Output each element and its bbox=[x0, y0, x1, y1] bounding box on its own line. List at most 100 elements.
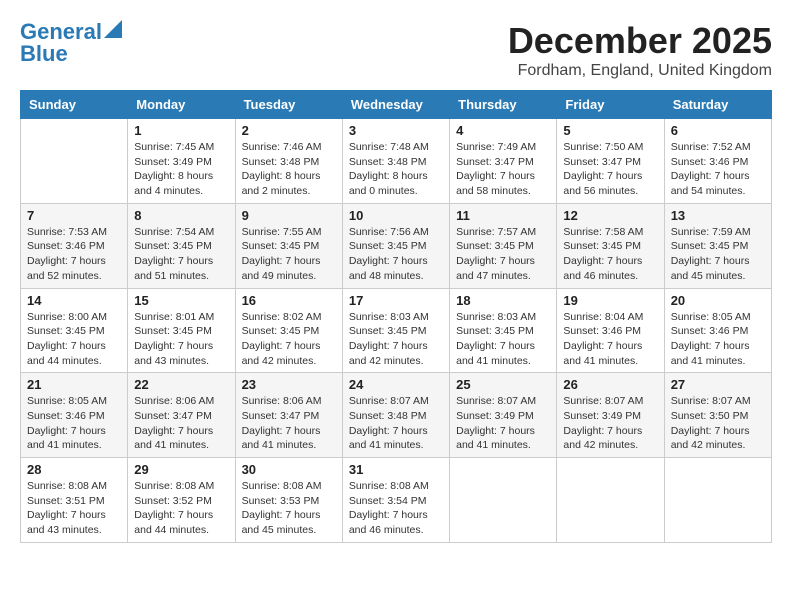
calendar-cell: 16Sunrise: 8:02 AM Sunset: 3:45 PM Dayli… bbox=[235, 288, 342, 373]
calendar-cell: 3 Sunrise: 7:48 AM Sunset: 3:48 PM Daylig… bbox=[342, 119, 449, 204]
calendar-cell: 19 Sunrise: 8:04 AM Sunset: 3:46 PM Dayli… bbox=[557, 288, 664, 373]
weekday-header-wednesday: Wednesday bbox=[342, 91, 449, 119]
calendar-cell: 20 Sunrise: 8:05 AM Sunset: 3:46 PM Dayli… bbox=[664, 288, 771, 373]
calendar-cell: 28 Sunrise: 8:08 AM Sunset: 3:51 PM Dayli… bbox=[21, 458, 128, 543]
calendar-cell: 26Sunrise: 8:07 AM Sunset: 3:49 PM Dayli… bbox=[557, 373, 664, 458]
day-number: 5 bbox=[563, 123, 657, 138]
month-title: December 2025 bbox=[508, 20, 772, 62]
day-number: 24 bbox=[349, 377, 443, 392]
day-number: 12 bbox=[563, 208, 657, 223]
day-info: Sunrise: 7:58 AM Sunset: 3:45 PM Dayligh… bbox=[563, 225, 657, 284]
logo-text-blue: Blue bbox=[20, 42, 68, 66]
day-info: Sunrise: 8:04 AM Sunset: 3:46 PM Dayligh… bbox=[563, 310, 657, 369]
weekday-header-friday: Friday bbox=[557, 91, 664, 119]
day-info: Sunrise: 8:05 AM Sunset: 3:46 PM Dayligh… bbox=[671, 310, 765, 369]
calendar-cell: 8Sunrise: 7:54 AM Sunset: 3:45 PM Daylig… bbox=[128, 203, 235, 288]
day-number: 10 bbox=[349, 208, 443, 223]
day-info: Sunrise: 7:52 AM Sunset: 3:46 PM Dayligh… bbox=[671, 140, 765, 199]
day-info: Sunrise: 7:48 AM Sunset: 3:48 PM Dayligh… bbox=[349, 140, 443, 199]
calendar-week-row: 21 Sunrise: 8:05 AM Sunset: 3:46 PM Dayli… bbox=[21, 373, 772, 458]
day-number: 6 bbox=[671, 123, 765, 138]
day-info: Sunrise: 8:05 AM Sunset: 3:46 PM Dayligh… bbox=[27, 394, 121, 453]
calendar-cell: 17 Sunrise: 8:03 AM Sunset: 3:45 PM Dayli… bbox=[342, 288, 449, 373]
day-info: Sunrise: 8:08 AM Sunset: 3:53 PM Dayligh… bbox=[242, 479, 336, 538]
logo-icon bbox=[104, 20, 122, 38]
day-number: 28 bbox=[27, 462, 121, 477]
day-info: Sunrise: 7:59 AM Sunset: 3:45 PM Dayligh… bbox=[671, 225, 765, 284]
weekday-header-saturday: Saturday bbox=[664, 91, 771, 119]
day-number: 31 bbox=[349, 462, 443, 477]
day-info: Sunrise: 7:49 AM Sunset: 3:47 PM Dayligh… bbox=[456, 140, 550, 199]
day-info: Sunrise: 8:01 AM Sunset: 3:45 PM Dayligh… bbox=[134, 310, 228, 369]
calendar-cell: 29 Sunrise: 8:08 AM Sunset: 3:52 PM Dayli… bbox=[128, 458, 235, 543]
day-number: 7 bbox=[27, 208, 121, 223]
day-info: Sunrise: 7:53 AM Sunset: 3:46 PM Dayligh… bbox=[27, 225, 121, 284]
day-number: 17 bbox=[349, 293, 443, 308]
calendar-cell: 27 Sunrise: 8:07 AM Sunset: 3:50 PM Dayli… bbox=[664, 373, 771, 458]
day-number: 29 bbox=[134, 462, 228, 477]
day-number: 19 bbox=[563, 293, 657, 308]
calendar-cell: 14 Sunrise: 8:00 AM Sunset: 3:45 PM Dayli… bbox=[21, 288, 128, 373]
day-info: Sunrise: 8:07 AM Sunset: 3:50 PM Dayligh… bbox=[671, 394, 765, 453]
day-info: Sunrise: 8:07 AM Sunset: 3:48 PM Dayligh… bbox=[349, 394, 443, 453]
day-number: 25 bbox=[456, 377, 550, 392]
day-number: 18 bbox=[456, 293, 550, 308]
calendar-cell: 12 Sunrise: 7:58 AM Sunset: 3:45 PM Dayli… bbox=[557, 203, 664, 288]
day-info: Sunrise: 8:06 AM Sunset: 3:47 PM Dayligh… bbox=[134, 394, 228, 453]
weekday-header-row: SundayMondayTuesdayWednesdayThursdayFrid… bbox=[21, 91, 772, 119]
day-info: Sunrise: 7:50 AM Sunset: 3:47 PM Dayligh… bbox=[563, 140, 657, 199]
calendar-cell: 13 Sunrise: 7:59 AM Sunset: 3:45 PM Dayli… bbox=[664, 203, 771, 288]
calendar-cell bbox=[664, 458, 771, 543]
calendar-week-row: 1Sunrise: 7:45 AM Sunset: 3:49 PM Daylig… bbox=[21, 119, 772, 204]
day-number: 13 bbox=[671, 208, 765, 223]
calendar-week-row: 14 Sunrise: 8:00 AM Sunset: 3:45 PM Dayli… bbox=[21, 288, 772, 373]
calendar-cell bbox=[21, 119, 128, 204]
day-number: 14 bbox=[27, 293, 121, 308]
calendar-cell: 23 Sunrise: 8:06 AM Sunset: 3:47 PM Dayli… bbox=[235, 373, 342, 458]
day-number: 22 bbox=[134, 377, 228, 392]
calendar-cell: 30 Sunrise: 8:08 AM Sunset: 3:53 PM Dayli… bbox=[235, 458, 342, 543]
calendar-cell: 9 Sunrise: 7:55 AM Sunset: 3:45 PM Daylig… bbox=[235, 203, 342, 288]
day-info: Sunrise: 7:55 AM Sunset: 3:45 PM Dayligh… bbox=[242, 225, 336, 284]
day-number: 30 bbox=[242, 462, 336, 477]
calendar-table: SundayMondayTuesdayWednesdayThursdayFrid… bbox=[20, 90, 772, 543]
day-info: Sunrise: 8:06 AM Sunset: 3:47 PM Dayligh… bbox=[242, 394, 336, 453]
day-number: 23 bbox=[242, 377, 336, 392]
calendar-cell: 10 Sunrise: 7:56 AM Sunset: 3:45 PM Dayli… bbox=[342, 203, 449, 288]
calendar-cell: 5 Sunrise: 7:50 AM Sunset: 3:47 PM Daylig… bbox=[557, 119, 664, 204]
calendar-cell: 22 Sunrise: 8:06 AM Sunset: 3:47 PM Dayli… bbox=[128, 373, 235, 458]
day-number: 9 bbox=[242, 208, 336, 223]
page-header: General Blue December 2025 Fordham, Engl… bbox=[20, 20, 772, 80]
day-info: Sunrise: 7:57 AM Sunset: 3:45 PM Dayligh… bbox=[456, 225, 550, 284]
day-info: Sunrise: 8:08 AM Sunset: 3:52 PM Dayligh… bbox=[134, 479, 228, 538]
day-info: Sunrise: 8:03 AM Sunset: 3:45 PM Dayligh… bbox=[349, 310, 443, 369]
weekday-header-tuesday: Tuesday bbox=[235, 91, 342, 119]
title-block: December 2025 Fordham, England, United K… bbox=[508, 20, 772, 80]
day-number: 15 bbox=[134, 293, 228, 308]
location-title: Fordham, England, United Kingdom bbox=[508, 62, 772, 80]
calendar-cell: 31Sunrise: 8:08 AM Sunset: 3:54 PM Dayli… bbox=[342, 458, 449, 543]
day-info: Sunrise: 8:02 AM Sunset: 3:45 PM Dayligh… bbox=[242, 310, 336, 369]
calendar-cell bbox=[450, 458, 557, 543]
calendar-cell: 7 Sunrise: 7:53 AM Sunset: 3:46 PM Daylig… bbox=[21, 203, 128, 288]
day-number: 20 bbox=[671, 293, 765, 308]
logo: General Blue bbox=[20, 20, 122, 66]
day-number: 2 bbox=[242, 123, 336, 138]
day-number: 21 bbox=[27, 377, 121, 392]
day-info: Sunrise: 8:07 AM Sunset: 3:49 PM Dayligh… bbox=[456, 394, 550, 453]
weekday-header-thursday: Thursday bbox=[450, 91, 557, 119]
calendar-cell: 4 Sunrise: 7:49 AM Sunset: 3:47 PM Daylig… bbox=[450, 119, 557, 204]
calendar-cell: 1Sunrise: 7:45 AM Sunset: 3:49 PM Daylig… bbox=[128, 119, 235, 204]
calendar-week-row: 28 Sunrise: 8:08 AM Sunset: 3:51 PM Dayli… bbox=[21, 458, 772, 543]
calendar-cell: 15 Sunrise: 8:01 AM Sunset: 3:45 PM Dayli… bbox=[128, 288, 235, 373]
day-info: Sunrise: 8:00 AM Sunset: 3:45 PM Dayligh… bbox=[27, 310, 121, 369]
day-info: Sunrise: 8:07 AM Sunset: 3:49 PM Dayligh… bbox=[563, 394, 657, 453]
day-number: 27 bbox=[671, 377, 765, 392]
day-info: Sunrise: 8:08 AM Sunset: 3:51 PM Dayligh… bbox=[27, 479, 121, 538]
day-number: 8 bbox=[134, 208, 228, 223]
day-number: 1 bbox=[134, 123, 228, 138]
day-number: 3 bbox=[349, 123, 443, 138]
day-info: Sunrise: 7:56 AM Sunset: 3:45 PM Dayligh… bbox=[349, 225, 443, 284]
day-number: 4 bbox=[456, 123, 550, 138]
weekday-header-sunday: Sunday bbox=[21, 91, 128, 119]
